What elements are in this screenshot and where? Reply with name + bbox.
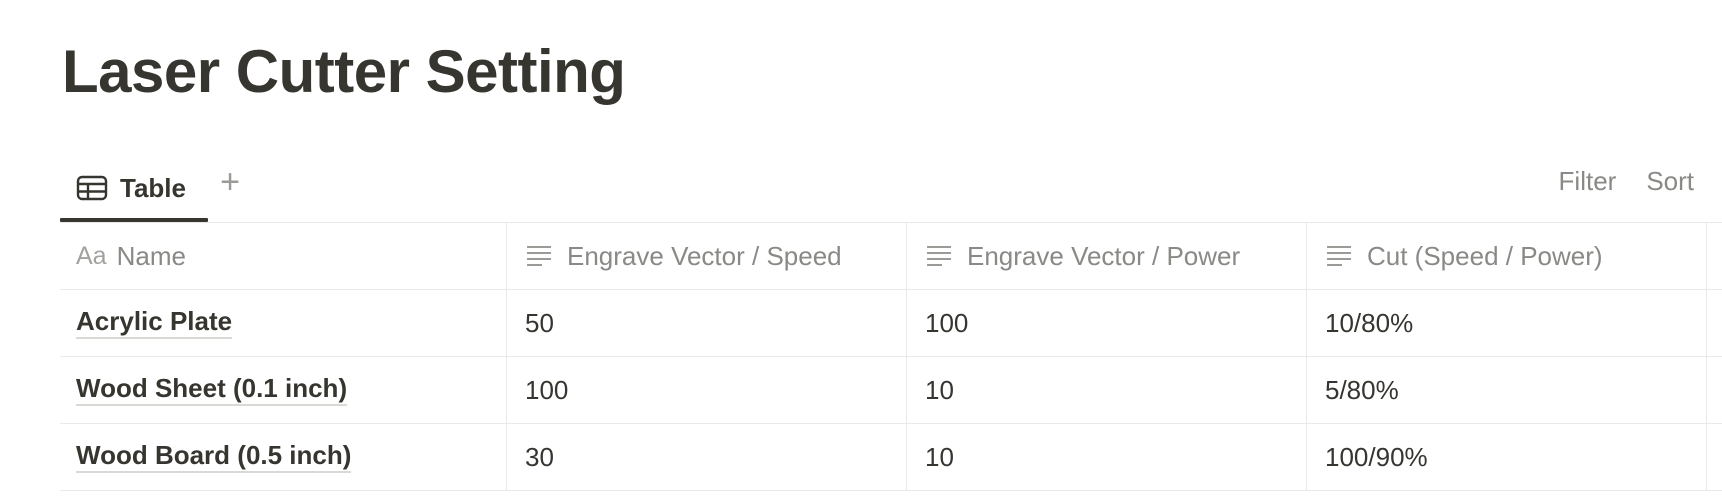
overflow-cell bbox=[1707, 424, 1722, 490]
cut-cell[interactable]: 5/80% bbox=[1307, 357, 1707, 423]
add-view-button[interactable]: + bbox=[212, 164, 248, 200]
speed-cell[interactable]: 50 bbox=[507, 290, 907, 356]
table-header-row: Aa Name Engrave Vector / Speed Engrave V… bbox=[60, 223, 1722, 290]
table-row[interactable]: Wood Board (0.5 inch) 30 10 100/90% bbox=[60, 424, 1722, 491]
page-title: Laser Cutter Setting bbox=[62, 38, 626, 105]
power-cell[interactable]: 100 bbox=[907, 290, 1307, 356]
power-cell[interactable]: 10 bbox=[907, 357, 1307, 423]
tab-table[interactable]: Table bbox=[60, 154, 208, 222]
title-property-icon: Aa bbox=[76, 241, 107, 270]
row-title-link[interactable]: Wood Board (0.5 inch) bbox=[76, 440, 352, 473]
view-actions: Filter Sort bbox=[1559, 166, 1694, 197]
view-bar: Table + Filter Sort bbox=[60, 154, 1722, 222]
cut-cell[interactable]: 100/90% bbox=[1307, 424, 1707, 490]
database-table: Aa Name Engrave Vector / Speed Engrave V… bbox=[60, 222, 1722, 491]
name-cell[interactable]: Wood Board (0.5 inch) bbox=[60, 424, 507, 490]
column-header-name[interactable]: Aa Name bbox=[60, 223, 507, 289]
column-header-label: Cut (Speed / Power) bbox=[1367, 240, 1603, 271]
column-header-overflow bbox=[1707, 223, 1722, 289]
cut-cell[interactable]: 10/80% bbox=[1307, 290, 1707, 356]
speed-cell[interactable]: 30 bbox=[507, 424, 907, 490]
text-lines-icon bbox=[525, 244, 553, 268]
name-cell[interactable]: Wood Sheet (0.1 inch) bbox=[60, 357, 507, 423]
column-header-label: Engrave Vector / Speed bbox=[567, 240, 842, 271]
table-row[interactable]: Acrylic Plate 50 100 10/80% bbox=[60, 290, 1722, 357]
text-lines-icon bbox=[925, 244, 953, 268]
power-cell[interactable]: 10 bbox=[907, 424, 1307, 490]
sort-button[interactable]: Sort bbox=[1646, 166, 1694, 197]
column-header-engrave-power[interactable]: Engrave Vector / Power bbox=[907, 223, 1307, 289]
table-icon bbox=[76, 174, 108, 202]
text-lines-icon bbox=[1325, 244, 1353, 268]
tab-label: Table bbox=[120, 172, 186, 203]
column-header-engrave-speed[interactable]: Engrave Vector / Speed bbox=[507, 223, 907, 289]
page: Laser Cutter Setting Table + Filter Sort… bbox=[0, 0, 1722, 504]
name-cell[interactable]: Acrylic Plate bbox=[60, 290, 507, 356]
column-header-cut[interactable]: Cut (Speed / Power) bbox=[1307, 223, 1707, 289]
overflow-cell bbox=[1707, 357, 1722, 423]
speed-cell[interactable]: 100 bbox=[507, 357, 907, 423]
column-header-label: Engrave Vector / Power bbox=[967, 240, 1241, 271]
filter-button[interactable]: Filter bbox=[1559, 166, 1617, 197]
column-header-label: Name bbox=[116, 240, 186, 271]
row-title-link[interactable]: Acrylic Plate bbox=[76, 306, 233, 339]
row-title-link[interactable]: Wood Sheet (0.1 inch) bbox=[76, 373, 348, 406]
table-row[interactable]: Wood Sheet (0.1 inch) 100 10 5/80% bbox=[60, 357, 1722, 424]
overflow-cell bbox=[1707, 290, 1722, 356]
